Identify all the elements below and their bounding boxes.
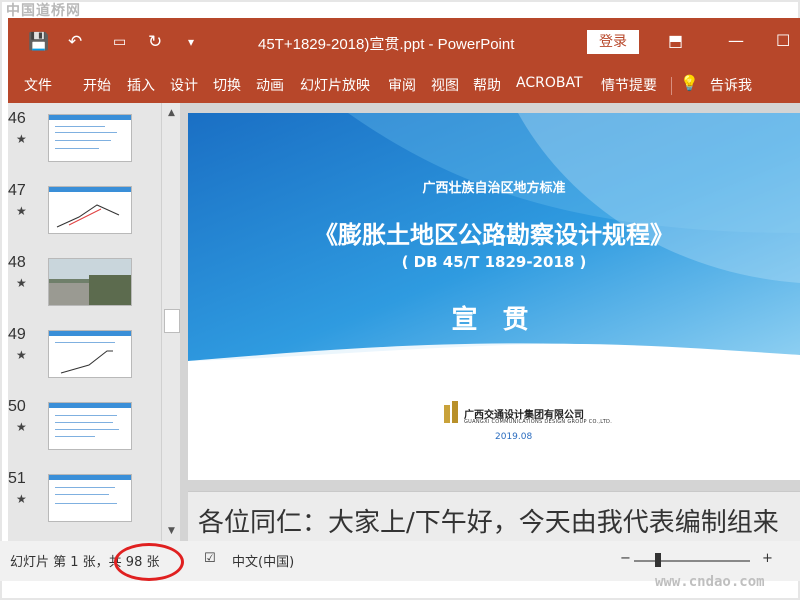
ribbon-display-options-icon[interactable]: ⬒ — [668, 31, 683, 50]
watermark-bottom: www.cndao.com — [655, 574, 765, 590]
minimize-icon[interactable]: — — [728, 31, 744, 50]
slide-subtitle: 广西壮族自治区地方标准 — [422, 181, 566, 196]
zoom-out-button[interactable]: − — [620, 551, 631, 566]
company-logo-mark — [444, 401, 458, 423]
thumb-photo-road — [49, 283, 89, 305]
title-bar: 💾 ↶ ▭ ↻ ▾ 45T+1829-2018)宣贯.ppt - PowerPo… — [8, 18, 800, 67]
slide-thumbnail-51[interactable] — [48, 474, 132, 522]
lightbulb-icon[interactable]: 💡 — [680, 74, 699, 92]
notes-pane[interactable]: 各位同仁：大家上/下午好，今天由我代表编制组来 — [188, 491, 800, 542]
slide-heading-publicize: 宣 贯 — [451, 305, 537, 335]
undo-icon[interactable]: ↶ — [68, 32, 82, 52]
thumb-header — [49, 331, 131, 336]
slide-thumbnail-pane: 46 ★ 47 ★ 48 ★ 49 ★ 50 ★ 51 ★ ▲ ▼ — [8, 103, 181, 541]
thumb-line — [55, 494, 109, 495]
animation-star-icon: ★ — [16, 204, 27, 218]
animation-star-icon: ★ — [16, 132, 27, 146]
thumb-line — [55, 342, 115, 343]
ribbon-tabs: 文件 开始 插入 设计 切换 动画 幻灯片放映 审阅 视图 帮助 ACROBAT… — [8, 67, 800, 103]
tab-help[interactable]: 帮助 — [473, 75, 501, 95]
annotation-circle — [114, 543, 184, 581]
slide-thumbnail-50[interactable] — [48, 402, 132, 450]
thumb-line — [55, 503, 117, 504]
notes-text: 各位同仁：大家上/下午好，今天由我代表编制组来 — [198, 508, 779, 538]
thumbnail-number: 47 — [8, 182, 26, 199]
ribbon-separator — [671, 77, 672, 95]
tab-review[interactable]: 审阅 — [388, 75, 416, 95]
tab-file[interactable]: 文件 — [24, 75, 52, 95]
slide-date: 2019.08 — [495, 432, 533, 442]
thumb-line — [55, 126, 105, 127]
tab-view[interactable]: 视图 — [431, 75, 459, 95]
slide-thumbnail-48[interactable] — [48, 258, 132, 306]
thumb-line — [55, 415, 117, 416]
thumb-line — [55, 487, 115, 488]
thumb-line — [55, 148, 99, 149]
thumb-header — [49, 475, 131, 480]
thumb-line — [55, 429, 119, 430]
zoom-slider-thumb[interactable] — [655, 553, 661, 567]
tab-slideshow[interactable]: 幻灯片放映 — [300, 75, 370, 95]
spellcheck-icon[interactable]: ☑ — [204, 551, 216, 566]
slide-thumbnail-49[interactable] — [48, 330, 132, 378]
customize-quick-access-icon[interactable]: ▾ — [188, 32, 194, 52]
window-title: 45T+1829-2018)宣贯.ppt - PowerPoint — [258, 36, 515, 53]
tab-transitions[interactable]: 切换 — [213, 75, 241, 95]
thumb-header — [49, 187, 131, 192]
maximize-icon[interactable]: ☐ — [776, 31, 790, 50]
save-icon[interactable]: 💾 — [28, 32, 49, 52]
scroll-down-icon[interactable]: ▼ — [162, 523, 181, 539]
thumb-sketch — [60, 350, 113, 374]
slide-title: 《膨胀土地区公路勘察设计规程》 — [314, 221, 674, 249]
tab-acrobat[interactable]: ACROBAT — [516, 75, 583, 91]
thumbnail-number: 48 — [8, 254, 26, 271]
scroll-up-icon[interactable]: ▲ — [162, 105, 181, 121]
slide-editing-area: 广西壮族自治区地方标准 《膨胀土地区公路勘察设计规程》 ( DB 45/T 18… — [180, 103, 800, 542]
slide-canvas[interactable]: 广西壮族自治区地方标准 《膨胀土地区公路勘察设计规程》 ( DB 45/T 18… — [188, 113, 800, 480]
thumbnail-number: 46 — [8, 110, 26, 127]
company-name-en: GUANGXI COMMUNICATIONS DESIGN GROUP CO.,… — [464, 419, 613, 425]
redo-icon[interactable]: ↻ — [148, 32, 162, 52]
tab-animations[interactable]: 动画 — [256, 75, 284, 95]
tab-home[interactable]: 开始 — [83, 75, 111, 95]
tab-design[interactable]: 设计 — [170, 75, 198, 95]
slide-thumbnail-46[interactable] — [48, 114, 132, 162]
thumb-line — [55, 422, 113, 423]
slide-thumbnail-47[interactable] — [48, 186, 132, 234]
animation-star-icon: ★ — [16, 492, 27, 506]
slide-standard-code: ( DB 45/T 1829-2018 ) — [401, 253, 587, 271]
thumb-sketch — [56, 204, 120, 228]
thumbnail-number: 51 — [8, 470, 26, 487]
animation-star-icon: ★ — [16, 348, 27, 362]
animation-star-icon: ★ — [16, 420, 27, 434]
animation-star-icon: ★ — [16, 276, 27, 290]
presenter-icon[interactable]: ▭ — [113, 32, 126, 52]
tab-tell-me[interactable]: 告诉我 — [710, 75, 752, 95]
thumb-line — [55, 132, 117, 133]
zoom-in-button[interactable]: + — [762, 551, 773, 566]
tab-storyboard[interactable]: 情节提要 — [601, 75, 657, 95]
thumb-header — [49, 403, 131, 408]
thumbnail-number: 49 — [8, 326, 26, 343]
thumb-line — [55, 436, 95, 437]
zoom-slider-track[interactable] — [634, 560, 750, 562]
thumbnail-number: 50 — [8, 398, 26, 415]
tab-insert[interactable]: 插入 — [127, 75, 155, 95]
login-button[interactable]: 登录 — [587, 30, 639, 54]
scrollbar-thumb[interactable] — [164, 309, 180, 333]
thumb-header — [49, 115, 131, 120]
thumb-photo-slope — [89, 275, 131, 305]
watermark-top: 中国道桥网 — [6, 3, 81, 19]
thumbnail-scrollbar[interactable]: ▲ ▼ — [161, 103, 181, 541]
thumb-line — [55, 140, 111, 141]
language-status[interactable]: 中文(中国) — [232, 551, 294, 570]
